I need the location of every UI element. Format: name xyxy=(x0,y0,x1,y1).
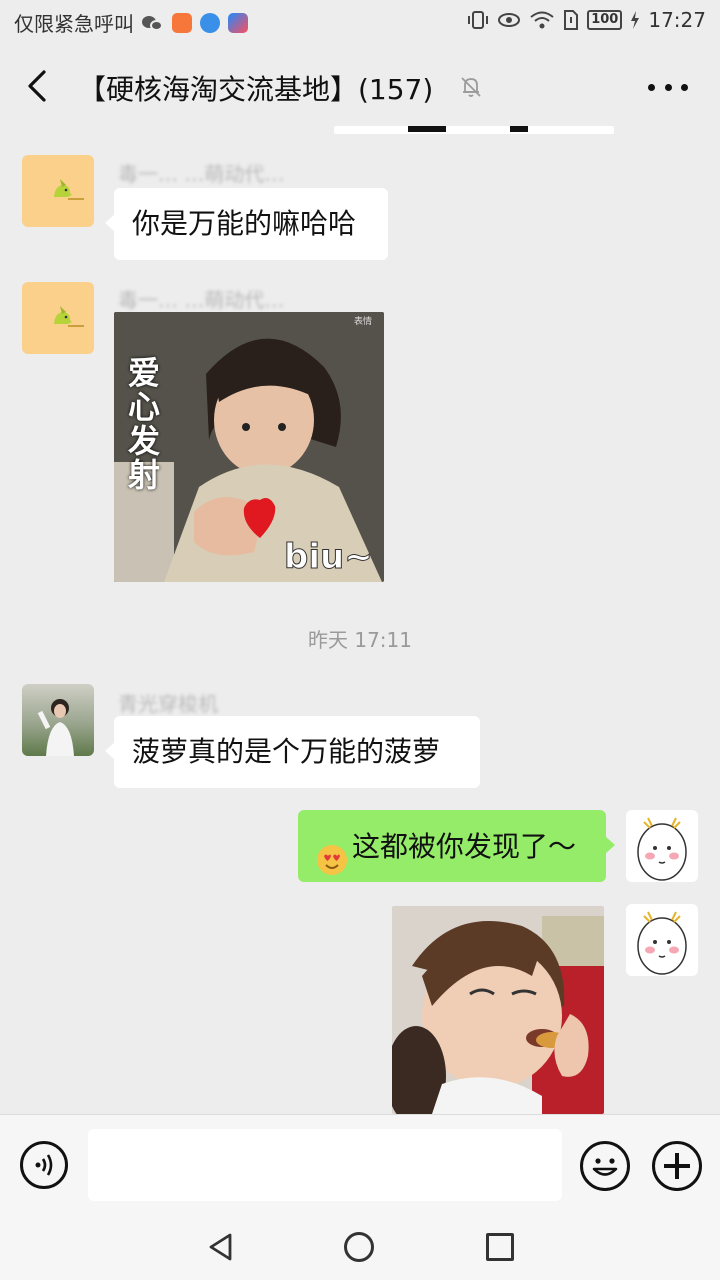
wifi-icon xyxy=(530,11,554,29)
avatar[interactable] xyxy=(22,684,94,756)
nav-back-icon[interactable] xyxy=(206,1232,236,1262)
avatar[interactable] xyxy=(22,155,94,227)
message-bubble[interactable]: 菠萝真的是个万能的菠萝 xyxy=(105,716,480,788)
person-photo-icon xyxy=(37,699,74,756)
girl-eating-sticker xyxy=(392,906,604,1114)
sticker-word: biu~ xyxy=(284,537,373,577)
avatar[interactable] xyxy=(626,904,698,976)
vibrate-icon xyxy=(468,11,489,29)
status-bar: 仅限紧急呼叫 100 17:27 xyxy=(0,0,720,44)
sender-name: 毒一… …萌动代… xyxy=(118,288,285,312)
voice-icon[interactable] xyxy=(20,1141,68,1189)
nav-home-icon[interactable] xyxy=(344,1232,374,1262)
wechat-notification-icon xyxy=(142,14,164,32)
cartoon-face-icon xyxy=(637,817,687,881)
message-text: 你是万能的嘛哈哈 xyxy=(132,207,357,240)
chat-input-bar xyxy=(0,1114,720,1214)
sticker-image[interactable]: 表情 biu~ 爱心发射 xyxy=(114,312,384,582)
bell-muted-icon xyxy=(461,77,481,97)
sticker-watermark: 表情 xyxy=(354,315,372,327)
message-text: 这都被你发现了～ xyxy=(352,830,577,863)
chat-header: 【硬核海淘交流基地】(157) xyxy=(0,44,720,128)
plus-icon[interactable] xyxy=(652,1141,702,1191)
battery-indicator: 100 xyxy=(587,10,623,30)
time-divider: 昨天 17:11 xyxy=(308,628,412,652)
heart-eyes-emoji-icon xyxy=(316,831,348,875)
eye-comfort-icon xyxy=(498,13,521,27)
bird-icon xyxy=(54,179,84,200)
sticker-caption: 爱心发射 xyxy=(128,354,161,494)
message-bubble[interactable]: 这都被你发现了～ xyxy=(298,810,615,882)
chat-title: 【硬核海淘交流基地】(157) xyxy=(78,73,434,106)
avatar[interactable] xyxy=(22,282,94,354)
message-text: 菠萝真的是个万能的菠萝 xyxy=(132,735,441,768)
sender-name: 毒一… …萌动代… xyxy=(118,162,285,186)
zhihu-notification-icon xyxy=(200,12,220,33)
sim-icon xyxy=(564,10,579,30)
cartoon-face-icon xyxy=(637,911,687,975)
emoji-icon[interactable] xyxy=(580,1141,630,1191)
message-input[interactable] xyxy=(88,1129,562,1201)
previous-message-cutoff xyxy=(334,126,614,134)
more-dots-icon[interactable] xyxy=(648,72,688,102)
tencent-video-notification-icon xyxy=(228,12,248,33)
sticker-image[interactable] xyxy=(392,906,604,1114)
message-bubble[interactable]: 你是万能的嘛哈哈 xyxy=(105,188,388,260)
video-app-notification-icon xyxy=(172,12,192,33)
bird-icon xyxy=(54,306,84,327)
chevron-left-icon[interactable] xyxy=(18,66,58,106)
sender-name: 青光穿梭机 xyxy=(118,692,218,716)
system-navigation-bar xyxy=(0,1214,720,1280)
charging-icon xyxy=(631,11,640,29)
status-time: 17:27 xyxy=(648,8,706,32)
avatar[interactable] xyxy=(626,810,698,882)
carrier-text: 仅限紧急呼叫 xyxy=(14,12,134,36)
chat-screen: 仅限紧急呼叫 100 17:27 【硬核海淘交流基地】(157) 毒一… …萌动… xyxy=(0,0,720,1280)
nav-recent-apps-icon[interactable] xyxy=(486,1233,514,1261)
